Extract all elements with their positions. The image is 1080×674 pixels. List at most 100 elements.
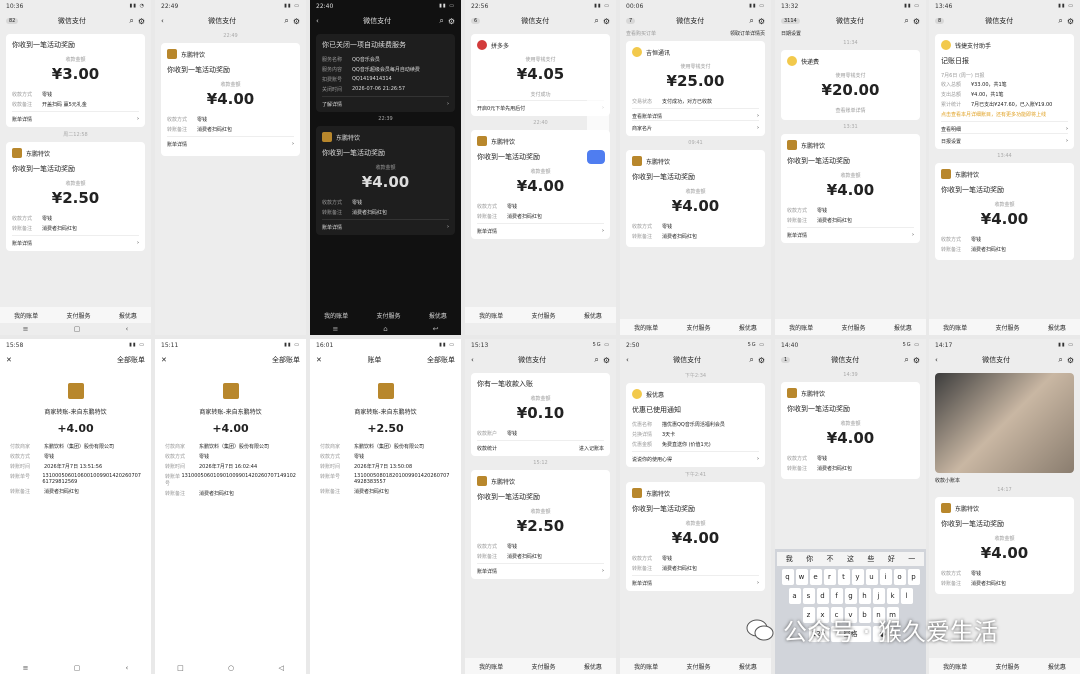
- key-j[interactable]: j: [872, 588, 885, 604]
- key-l[interactable]: l: [900, 588, 913, 604]
- back-icon[interactable]: ◁: [278, 664, 283, 672]
- tab-deals[interactable]: 报优惠: [1048, 662, 1066, 671]
- candidate-word[interactable]: 好: [888, 554, 895, 564]
- detail-link[interactable]: 账单详情 ›: [632, 575, 759, 587]
- tab-deals[interactable]: 报优惠: [894, 323, 912, 332]
- search-icon[interactable]: ⌕: [749, 355, 753, 365]
- back-icon[interactable]: ‹: [126, 325, 129, 333]
- detail-link[interactable]: 账单详情 ›: [12, 111, 139, 123]
- candidate-word[interactable]: 你: [806, 554, 813, 564]
- receipt-card[interactable]: 你有一笔收款入账 收款金额 ¥0.10 收款账户 零钱 收款统计 进入记账本: [471, 373, 610, 456]
- tab-pay-services[interactable]: 支付服务: [376, 311, 400, 320]
- key-a[interactable]: a: [788, 588, 801, 604]
- all-bills-link[interactable]: 全部账单: [117, 355, 145, 365]
- candidate-word[interactable]: 这: [847, 554, 854, 564]
- biz-card-link[interactable]: 商家名片 ›: [632, 120, 759, 132]
- key-y[interactable]: y: [851, 569, 864, 585]
- key-p[interactable]: p: [907, 569, 920, 585]
- promo-link[interactable]: 开启0元下单先用后付›: [477, 100, 604, 112]
- back-badge[interactable]: 7: [626, 18, 636, 24]
- candidate-word[interactable]: 我: [786, 554, 793, 564]
- tab-my-bills[interactable]: 我的账单: [634, 662, 658, 671]
- tab-deals[interactable]: 报优惠: [1048, 323, 1066, 332]
- gear-icon[interactable]: ⚙: [1067, 17, 1074, 26]
- payment-card[interactable]: 东鹏特饮 你收到一笔活动奖励 收款金额 ¥4.00 收款方式 零钱 转账备注 消费者…: [626, 150, 765, 247]
- payment-card[interactable]: 东鹏特饮 你收到一笔活动奖励 收款金额 ¥2.50 收款方式 零钱 转账备注 消费者…: [6, 142, 145, 251]
- tab-pay-services[interactable]: 支付服务: [531, 311, 555, 320]
- tab-my-bills[interactable]: 我的账单: [324, 311, 348, 320]
- home-icon[interactable]: ▢: [74, 325, 81, 333]
- tab-pay-services[interactable]: 支付服务: [995, 323, 1019, 332]
- tab-my-bills[interactable]: 我的账单: [634, 323, 658, 332]
- learn-more-link[interactable]: 了解详情 ›: [322, 96, 449, 108]
- home-icon[interactable]: ○: [228, 664, 234, 672]
- search-icon[interactable]: ⌕: [439, 16, 443, 26]
- key-h[interactable]: h: [858, 588, 871, 604]
- payment-card[interactable]: 东鹏特饮 你收到一笔活动奖励 收款金额 ¥4.00 收款方式 零钱 转账备注 消费者…: [316, 126, 455, 235]
- detail-link[interactable]: 账单详情 ›: [477, 223, 604, 235]
- key-u[interactable]: u: [865, 569, 878, 585]
- key-o[interactable]: o: [893, 569, 906, 585]
- gear-icon[interactable]: ⚙: [293, 17, 300, 26]
- detail-link[interactable]: 账单详情 ›: [787, 227, 914, 239]
- payment-card[interactable]: 东鹏特饮 你收到一笔活动奖励 收款金额 ¥4.00 收款方式 零钱 转账备注 消费者…: [781, 382, 920, 479]
- payment-card[interactable]: 东鹏特饮 你收到一笔活动奖励 收款金额 ¥4.00 收款方式 零钱 转账备注 消费者…: [781, 134, 920, 243]
- tab-my-bills[interactable]: 我的账单: [789, 323, 813, 332]
- close-icon[interactable]: ✕: [161, 356, 167, 364]
- payment-card[interactable]: 东鹏特饮 你收到一笔活动奖励 收款金额 ¥2.50 收款方式 零钱 转账备注 消费者…: [471, 470, 610, 579]
- search-icon[interactable]: ⌕: [1058, 355, 1062, 365]
- tab-my-bills[interactable]: 我的账单: [479, 662, 503, 671]
- payment-card[interactable]: 东鹏特饮 你收到一笔活动奖励 收款金额 ¥4.00 收款方式 零钱 转账备注 消费者…: [935, 163, 1074, 260]
- coupon-card[interactable]: 报优惠 优惠已使用通知 优惠名称 描优惠QQ音乐周活福利会员 兑换详情 3天卡 优惠…: [626, 383, 765, 467]
- key-w[interactable]: w: [795, 569, 808, 585]
- key-t[interactable]: t: [837, 569, 850, 585]
- gear-icon[interactable]: ⚙: [603, 356, 610, 365]
- detail-link[interactable]: 账单详情 ›: [12, 235, 139, 247]
- renewal-card[interactable]: 你已关闭一项自动续费服务 服务名称 QQ音乐会员 服务内容 QQ音乐超级会员每月自动…: [316, 34, 455, 112]
- order-detail-link[interactable]: 领取订单详情页: [730, 30, 765, 37]
- search-icon[interactable]: ⌕: [904, 355, 908, 365]
- tab-pay-services[interactable]: 支付服务: [995, 662, 1019, 671]
- search-icon[interactable]: ⌕: [594, 355, 598, 365]
- detail-link[interactable]: 账单详情 ›: [167, 136, 294, 148]
- tab-pay-services[interactable]: 支付服务: [66, 311, 90, 320]
- tab-deals[interactable]: 报优惠: [584, 311, 602, 320]
- candidate-word[interactable]: 不: [827, 554, 834, 564]
- candidate-word[interactable]: 些: [867, 554, 874, 564]
- gear-icon[interactable]: ⚙: [758, 17, 765, 26]
- home-icon[interactable]: ⌂: [383, 325, 387, 333]
- key-f[interactable]: f: [830, 588, 843, 604]
- tab-pay-services[interactable]: 支付服务: [841, 323, 865, 332]
- candidate-word[interactable]: 一: [908, 554, 915, 564]
- back-icon[interactable]: ‹: [126, 664, 129, 672]
- gear-icon[interactable]: ⚙: [913, 356, 920, 365]
- key-s[interactable]: s: [802, 588, 815, 604]
- view-detail-text[interactable]: 查看账单详情: [787, 107, 914, 114]
- report-settings-link[interactable]: 日报设置 ›: [941, 133, 1068, 145]
- key-r[interactable]: r: [823, 569, 836, 585]
- search-icon[interactable]: ⌕: [749, 16, 753, 26]
- merchant-payment-card[interactable]: 吉恒通讯 使用零钱支付 ¥25.00 交易状态 支付成功，对方已收款 查看账单详情…: [626, 41, 765, 136]
- back-icon[interactable]: ↩: [433, 325, 439, 333]
- tab-pay-services[interactable]: 支付服务: [686, 323, 710, 332]
- square-icon[interactable]: □: [177, 664, 184, 672]
- menu-icon[interactable]: ≡: [332, 325, 338, 333]
- search-icon[interactable]: ⌕: [904, 16, 908, 26]
- feedback-link[interactable]: 说说你的使用心得 ›: [632, 451, 759, 463]
- search-icon[interactable]: ⌕: [594, 16, 598, 26]
- menu-icon[interactable]: ≡: [23, 325, 29, 333]
- daily-report-card[interactable]: 钱捷支付助手 记账日报 7月6日 (周一) 日报 收入总额 ¥33.00，共1笔 …: [935, 34, 1074, 149]
- key-q[interactable]: q: [781, 569, 794, 585]
- gear-icon[interactable]: ⚙: [758, 356, 765, 365]
- tab-deals[interactable]: 报优惠: [119, 311, 137, 320]
- gear-icon[interactable]: ⚙: [1067, 356, 1074, 365]
- payment-card[interactable]: 你收到一笔活动奖励 收款金额 ¥3.00 收款方式 零钱 收款备注 开盖扫码 赢5元…: [6, 34, 145, 127]
- ledger-row[interactable]: 收款小账本: [929, 477, 1080, 484]
- stats-link[interactable]: 收款统计 进入记账本: [477, 440, 604, 452]
- tab-my-bills[interactable]: 我的账单: [14, 311, 38, 320]
- gear-icon[interactable]: ⚙: [603, 17, 610, 26]
- view-detail-link[interactable]: 查看明细 ›: [941, 121, 1068, 133]
- order-link[interactable]: 查看购买订单: [626, 30, 730, 37]
- key-k[interactable]: k: [886, 588, 899, 604]
- search-icon[interactable]: ⌕: [1058, 16, 1062, 26]
